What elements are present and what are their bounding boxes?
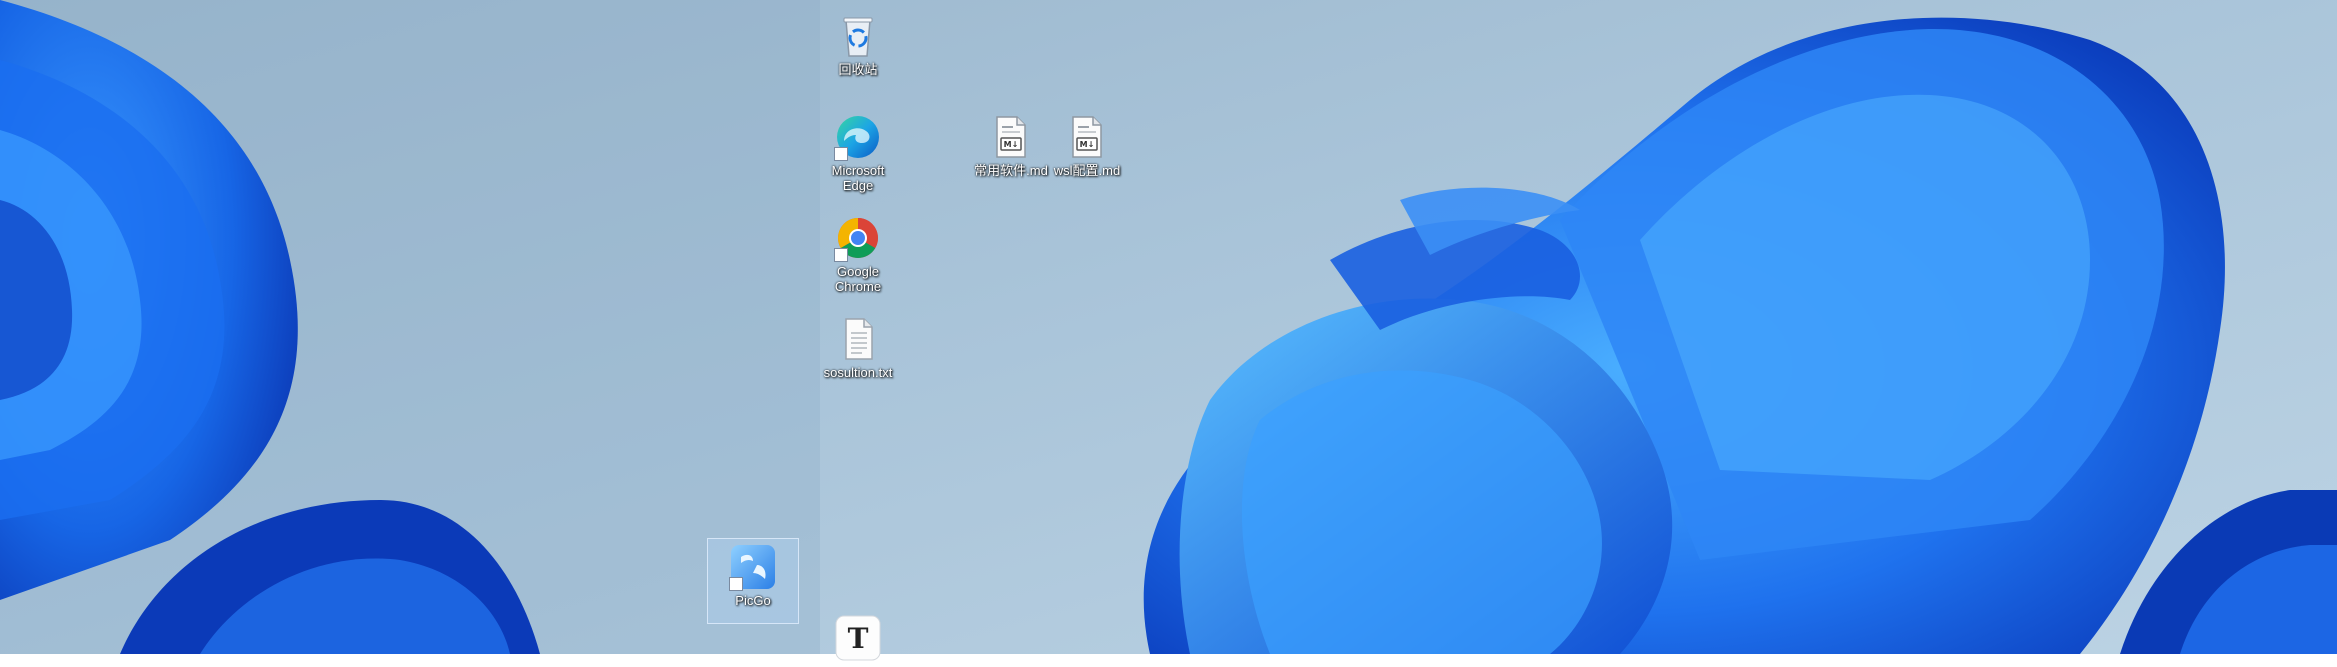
desktop-wallpaper	[0, 0, 2337, 654]
shortcut-arrow-icon	[834, 248, 848, 262]
desktop-icon-changyong-md[interactable]: M↓ 常用软件.md	[971, 113, 1051, 178]
desktop-icon-chrome[interactable]: Google Chrome	[818, 214, 898, 294]
desktop-icon-picgo[interactable]: PicGo	[707, 538, 799, 624]
desktop-icon-recycle-bin[interactable]: 回收站	[818, 12, 898, 77]
shortcut-arrow-icon	[834, 147, 848, 161]
svg-text:T: T	[848, 622, 869, 655]
desktop-icon-sosultion-txt[interactable]: sosultion.txt	[818, 315, 898, 380]
recycle-bin-icon	[834, 12, 882, 60]
wsl-md-label: wsl配置.md	[1053, 163, 1121, 178]
chrome-label: Google Chrome	[834, 264, 882, 294]
desktop-icon-wsl-md[interactable]: M↓ wsl配置.md	[1047, 113, 1127, 178]
picgo-label: PicGo	[735, 593, 771, 608]
changyong-md-label: 常用软件.md	[974, 163, 1048, 178]
edge-icon	[834, 113, 882, 161]
picgo-icon	[729, 543, 777, 591]
chrome-icon	[834, 214, 882, 262]
shortcut-arrow-icon	[729, 577, 743, 591]
markdown-file-icon: M↓	[1063, 113, 1111, 161]
desktop-icon-typora[interactable]: T	[818, 614, 898, 664]
recycle-bin-label: 回收站	[838, 62, 878, 77]
edge-label: Microsoft Edge	[831, 163, 885, 193]
sosultion-txt-label: sosultion.txt	[823, 365, 893, 380]
svg-text:M↓: M↓	[1080, 140, 1095, 149]
typora-icon: T	[834, 614, 882, 662]
svg-text:M↓: M↓	[1004, 140, 1019, 149]
text-file-icon	[834, 315, 882, 363]
markdown-file-icon: M↓	[987, 113, 1035, 161]
desktop-icon-edge[interactable]: Microsoft Edge	[818, 113, 898, 193]
